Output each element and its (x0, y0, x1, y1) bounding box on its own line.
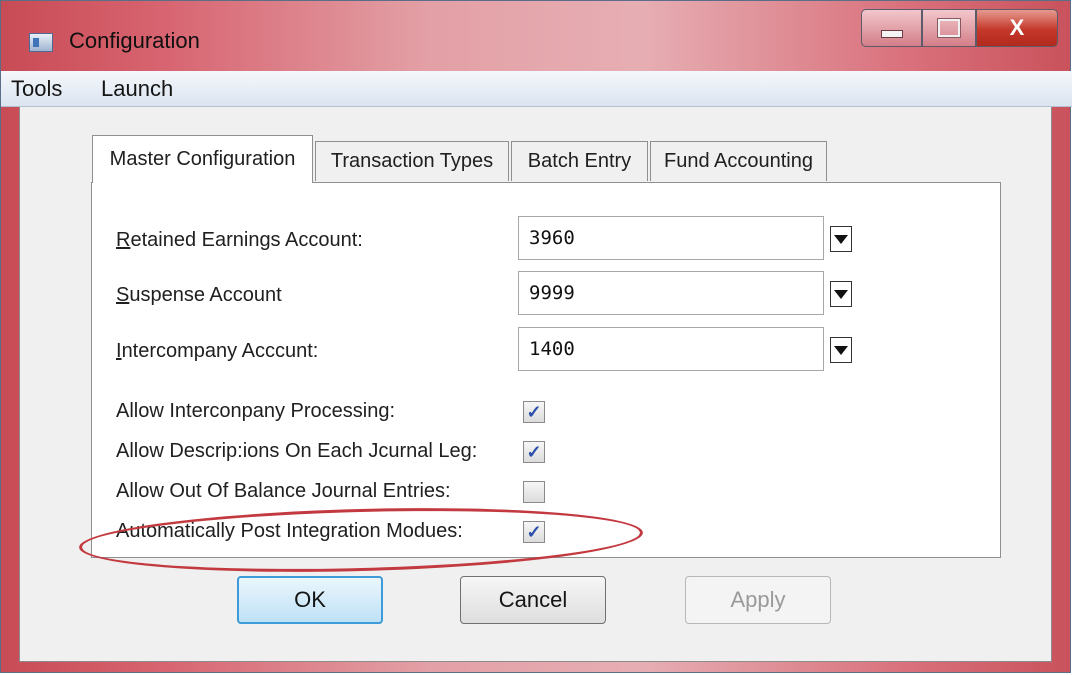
minimize-icon (880, 30, 903, 38)
allow-out-of-balance-checkbox[interactable] (523, 481, 545, 503)
allow-descriptions-checkbox[interactable]: ✓ (523, 441, 545, 463)
tab-label: Transaction Types (330, 150, 494, 172)
allow-intercompany-processing-label: Allow Interconpany Processing: (116, 400, 396, 422)
tab-transaction-types[interactable]: Transaction Types (315, 141, 509, 181)
app-icon (29, 33, 53, 52)
menu-bar: Tools Launch (1, 71, 1072, 107)
auto-post-integration-label: Automatically Post Integration Modues: (116, 520, 463, 542)
configuration-window: Configuration X Tools Launch Master Conf… (0, 0, 1072, 673)
close-button[interactable]: X (976, 9, 1058, 47)
tab-master-configuration[interactable]: Master Configuration (92, 135, 313, 183)
maximize-icon (938, 19, 960, 37)
intercompany-account-dropdown-icon[interactable] (830, 337, 852, 363)
menu-launch[interactable]: Launch (101, 76, 173, 102)
suspense-account-label: Suspense Account (116, 284, 282, 306)
tab-fund-accounting[interactable]: Fund Accounting (650, 141, 827, 181)
tab-batch-entry[interactable]: Batch Entry (511, 141, 648, 181)
menu-tools[interactable]: Tools (11, 76, 62, 102)
intercompany-account-label: Intercompany Acccunt: (116, 340, 319, 362)
apply-button[interactable]: Apply (685, 576, 831, 624)
allow-out-of-balance-label: Allow Out Of Balance Journal Entries: (116, 480, 451, 502)
checkmark-icon: ✓ (526, 402, 542, 422)
window-title: Configuration (69, 28, 200, 53)
allow-intercompany-processing-checkbox[interactable]: ✓ (523, 401, 545, 423)
retained-earnings-dropdown-icon[interactable] (830, 226, 852, 252)
retained-earnings-label: Retained Earnings Account: (116, 229, 363, 251)
cancel-button[interactable]: Cancel (460, 576, 606, 624)
allow-descriptions-label: Allow Descrip:ions On Each Jcurnal Leg: (116, 440, 478, 462)
checkmark-icon: ✓ (526, 442, 542, 462)
suspense-account-dropdown-icon[interactable] (830, 281, 852, 307)
tab-label: Master Configuration (109, 148, 296, 170)
minimize-button[interactable] (861, 9, 922, 47)
retained-earnings-account-field[interactable]: 3960 (518, 216, 824, 260)
close-icon: X (1009, 15, 1025, 40)
ok-button[interactable]: OK (237, 576, 383, 624)
title-bar[interactable]: Configuration X (1, 1, 1070, 71)
maximize-button[interactable] (922, 9, 976, 47)
suspense-account-field[interactable]: 9999 (518, 271, 824, 315)
checkmark-icon: ✓ (526, 522, 542, 542)
intercompany-account-field[interactable]: 1400 (518, 327, 824, 371)
auto-post-integration-checkbox[interactable]: ✓ (523, 521, 545, 543)
tab-label: Fund Accounting (664, 150, 813, 172)
tab-label: Batch Entry (527, 150, 632, 172)
